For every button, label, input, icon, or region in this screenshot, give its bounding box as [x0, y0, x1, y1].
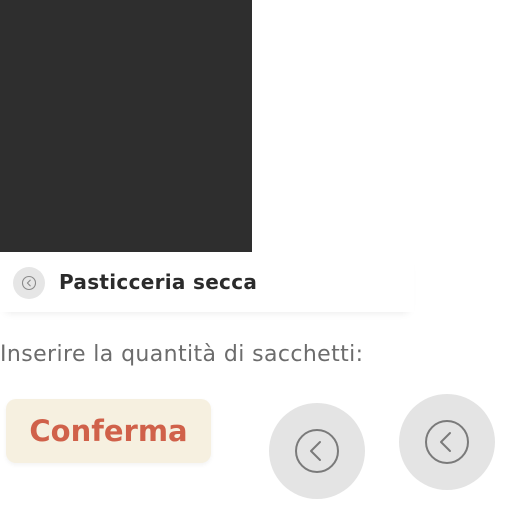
chevron-left-circle-icon: [21, 275, 37, 291]
quantity-prompt: Inserire la quantità di sacchetti:: [0, 342, 364, 367]
chevron-left-circle-icon: [295, 429, 339, 473]
back-button[interactable]: [13, 267, 45, 299]
product-image: [0, 0, 252, 252]
confirm-button[interactable]: Conferma: [6, 399, 211, 463]
page-title: Pasticceria secca: [59, 270, 258, 294]
previous-round-button[interactable]: [399, 394, 495, 490]
chevron-left-circle-icon: [425, 420, 469, 464]
header-bar: Pasticceria secca: [0, 252, 414, 312]
page: Pasticceria secca Inserire la quantità d…: [0, 0, 512, 512]
back-round-button[interactable]: [269, 403, 365, 499]
